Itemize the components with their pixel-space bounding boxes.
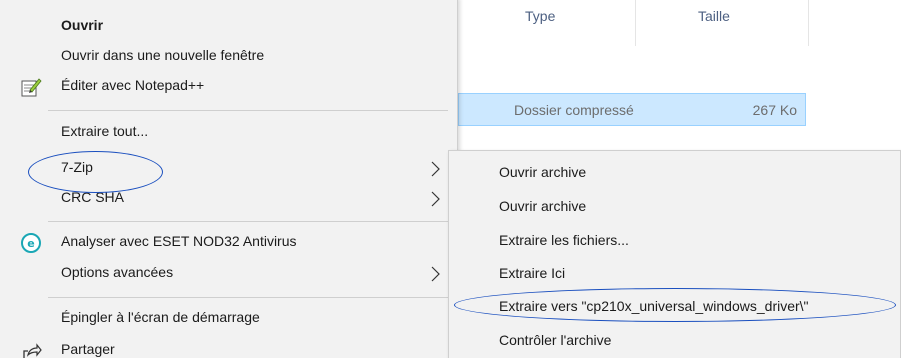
- menu-item-label: Éditer avec Notepad++: [61, 77, 205, 93]
- submenu-item-label: Ouvrir archive: [499, 164, 587, 180]
- submenu-item-label: Extraire Ici: [499, 265, 566, 281]
- submenu-item-extract-files[interactable]: Extraire les fichiers...: [449, 225, 900, 256]
- eset-icon: e: [21, 233, 41, 253]
- screen: Type Taille Dossier compressé 267 Ko Ouv…: [0, 0, 901, 358]
- menu-item-open[interactable]: Ouvrir: [0, 12, 457, 42]
- menu-item-label: Ouvrir: [61, 17, 104, 33]
- menu-item-label: Extraire tout...: [61, 123, 149, 139]
- submenu-item-open-archive-2[interactable]: Ouvrir archive: [449, 191, 900, 222]
- notepad-plus-plus-icon: [21, 78, 42, 97]
- menu-item-label: Options avancées: [61, 264, 174, 280]
- file-type: Dossier compressé: [514, 102, 634, 118]
- column-header-type[interactable]: Type: [525, 8, 555, 24]
- submenu-item-label: Contrôler l'archive: [499, 332, 612, 348]
- share-icon: [23, 343, 42, 358]
- chevron-right-icon: [431, 266, 440, 282]
- menu-separator: [48, 110, 448, 111]
- column-separator[interactable]: [635, 0, 636, 46]
- menu-item-share[interactable]: Partager: [0, 336, 457, 358]
- submenu-item-label: Ouvrir archive: [499, 198, 587, 214]
- menu-item-extract-all[interactable]: Extraire tout...: [0, 118, 457, 148]
- menu-item-label: Analyser avec ESET NOD32 Antivirus: [61, 233, 297, 249]
- menu-item-edit-notepad[interactable]: Éditer avec Notepad++: [0, 72, 457, 102]
- annotation-ellipse-7zip: [28, 151, 163, 193]
- menu-item-label: Partager: [61, 341, 115, 357]
- file-size: 267 Ko: [752, 102, 797, 118]
- submenu-item-label: Extraire les fichiers...: [499, 232, 629, 248]
- svg-text:e: e: [27, 237, 34, 250]
- menu-item-label: Épingler à l'écran de démarrage: [61, 309, 260, 325]
- menu-item-pin-start[interactable]: Épingler à l'écran de démarrage: [0, 304, 457, 334]
- submenu-item-open-archive[interactable]: Ouvrir archive: [449, 157, 900, 188]
- chevron-right-icon: [431, 161, 440, 177]
- menu-separator: [48, 221, 448, 222]
- annotation-ellipse-extract-to: [454, 288, 896, 322]
- menu-item-label: Ouvrir dans une nouvelle fenêtre: [61, 47, 265, 63]
- chevron-right-icon: [431, 191, 440, 207]
- column-header-bar: Type Taille: [458, 0, 901, 56]
- menu-separator: [48, 297, 448, 298]
- menu-item-open-new-window[interactable]: Ouvrir dans une nouvelle fenêtre: [0, 42, 457, 72]
- column-separator[interactable]: [808, 0, 809, 46]
- file-row-selected[interactable]: Dossier compressé 267 Ko: [458, 93, 806, 126]
- submenu-item-extract-here[interactable]: Extraire Ici: [449, 258, 900, 289]
- menu-item-eset-scan[interactable]: e Analyser avec ESET NOD32 Antivirus: [0, 228, 457, 258]
- column-header-size[interactable]: Taille: [698, 8, 730, 24]
- submenu-7zip: Ouvrir archive Ouvrir archive Extraire l…: [448, 150, 901, 358]
- submenu-item-test-archive[interactable]: Contrôler l'archive: [449, 325, 900, 356]
- menu-item-advanced-options[interactable]: Options avancées: [0, 259, 457, 289]
